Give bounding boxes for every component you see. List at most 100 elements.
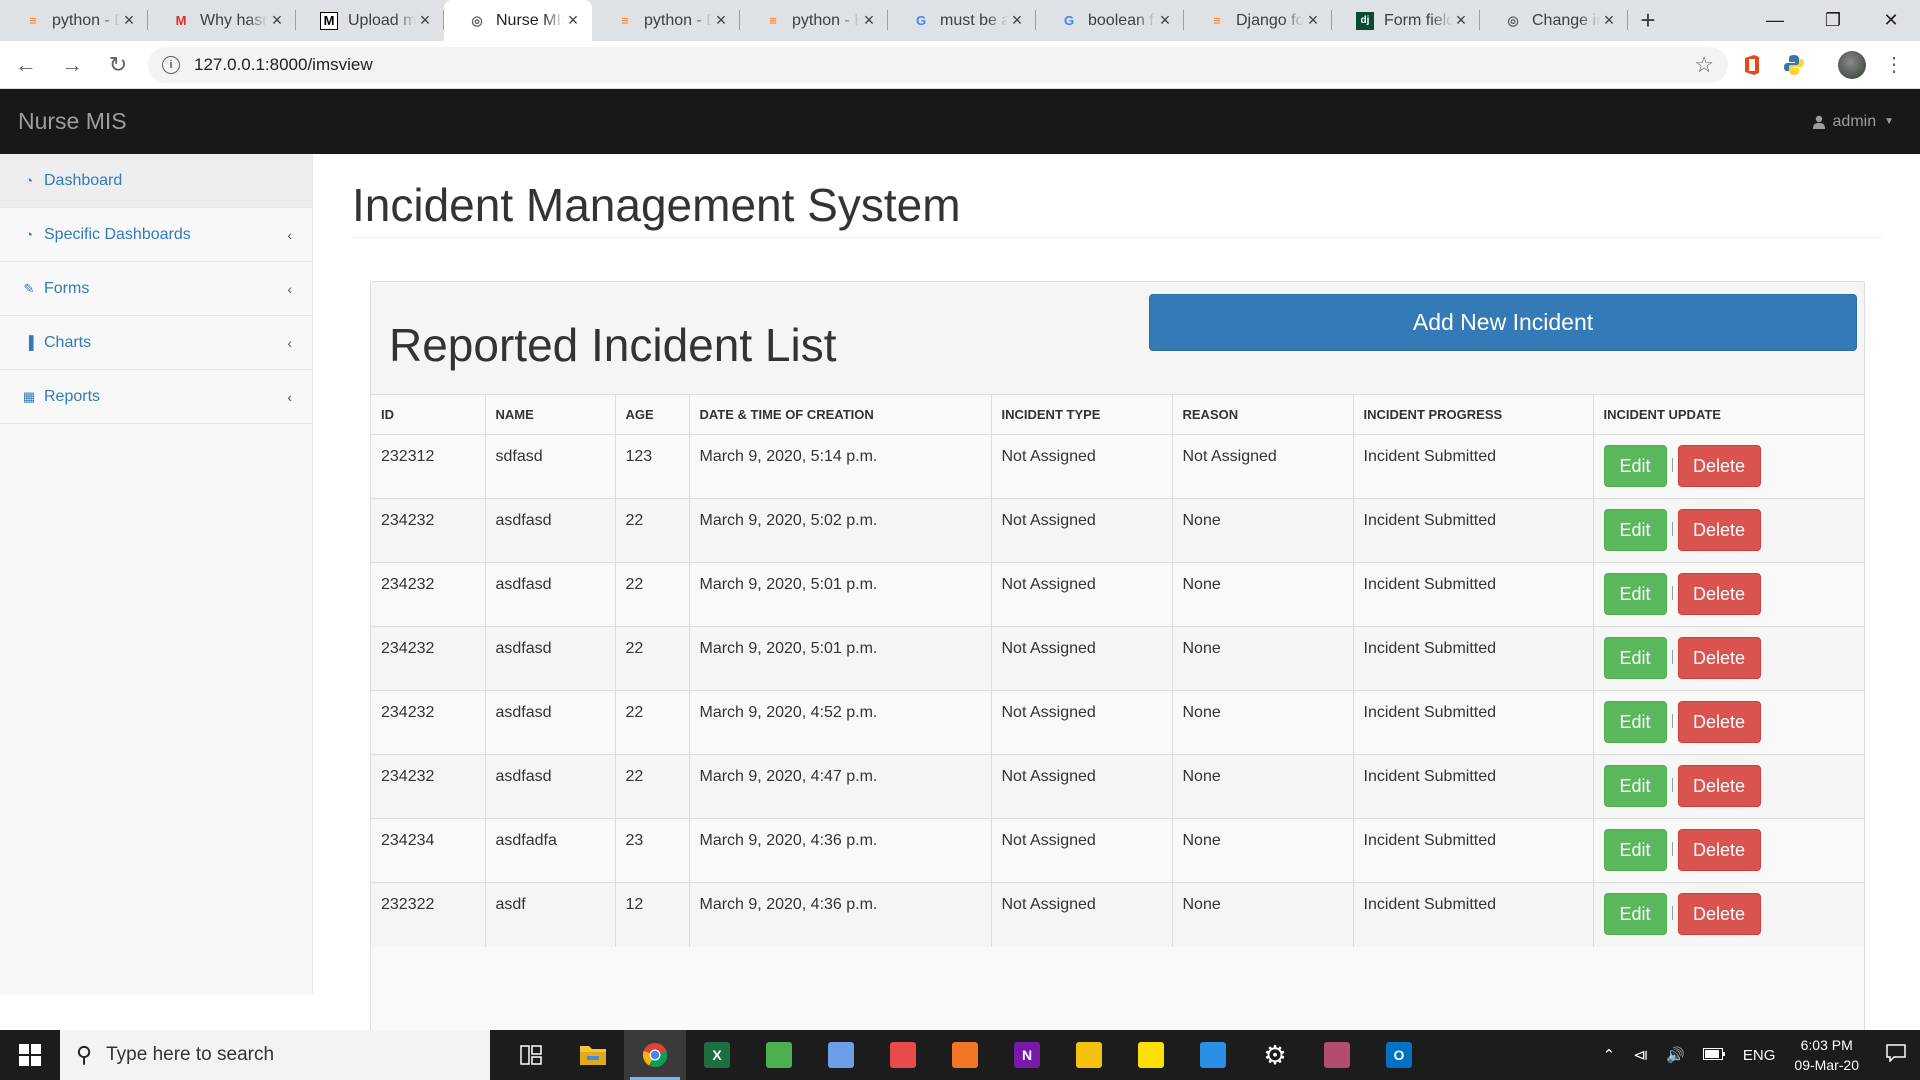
- bulb-icon[interactable]: [1058, 1030, 1120, 1080]
- close-window-button[interactable]: ✕: [1862, 0, 1920, 41]
- sidebar-item-dashboard[interactable]: ◔ Dashboard: [0, 154, 312, 208]
- delete-button[interactable]: Delete: [1677, 701, 1761, 743]
- vscode-icon[interactable]: [1182, 1030, 1244, 1080]
- task-view-icon[interactable]: [500, 1030, 562, 1080]
- minimize-button[interactable]: —: [1746, 0, 1804, 41]
- stackoverflow-icon: ≡: [29, 13, 37, 28]
- maximize-button[interactable]: ❐: [1804, 0, 1862, 41]
- user-menu[interactable]: admin ▼: [1812, 112, 1894, 131]
- browser-tab[interactable]: Gmust be a ×: [888, 0, 1036, 41]
- browser-tab[interactable]: ≡ python - How×: [740, 0, 888, 41]
- wifi-icon[interactable]: ⧏: [1633, 1046, 1648, 1064]
- onenote-icon[interactable]: N: [996, 1030, 1058, 1080]
- delete-button[interactable]: Delete: [1677, 573, 1761, 615]
- settings-icon[interactable]: ⚙: [1244, 1030, 1306, 1080]
- cell-incident-type: Not Assigned: [991, 818, 1173, 883]
- delete-button[interactable]: Delete: [1677, 893, 1761, 935]
- cell-reason: Not Assigned: [1172, 434, 1354, 499]
- excel-icon[interactable]: X: [686, 1030, 748, 1080]
- cell-progress: Incident Submitted: [1353, 818, 1594, 883]
- close-tab-icon[interactable]: ×: [712, 10, 730, 31]
- jupyter-icon[interactable]: [934, 1030, 996, 1080]
- close-tab-icon[interactable]: ×: [1156, 10, 1174, 31]
- cell-actions: Edit Delete: [1593, 562, 1864, 627]
- close-tab-icon[interactable]: ×: [564, 10, 582, 31]
- start-button[interactable]: [0, 1030, 60, 1080]
- close-tab-icon[interactable]: ×: [1008, 10, 1026, 31]
- delete-button[interactable]: Delete: [1677, 445, 1761, 487]
- browser-tab[interactable]: M Upload multiple×: [296, 0, 444, 41]
- tab-title: Change in: [1532, 11, 1600, 29]
- taskbar-search-box[interactable]: ⚲ Type here to search: [60, 1030, 490, 1080]
- browser-tab[interactable]: Gboolean field×: [1036, 0, 1184, 41]
- browser-tab[interactable]: ≡ python - Django×: [0, 0, 148, 41]
- incident-table: ID NAME AGE DATE & TIME OF CREATION INCIDENT…: [371, 394, 1864, 947]
- notifications-icon[interactable]: [1886, 1044, 1906, 1066]
- close-tab-icon[interactable]: ×: [120, 10, 138, 31]
- edit-button[interactable]: Edit: [1603, 701, 1667, 743]
- edit-button[interactable]: Edit: [1603, 637, 1667, 679]
- office-extension-icon[interactable]: [1734, 47, 1770, 83]
- close-tab-icon[interactable]: ×: [416, 10, 434, 31]
- edit-button[interactable]: Edit: [1603, 765, 1667, 807]
- edit-icon: ✎: [23, 280, 35, 296]
- reload-button[interactable]: ↻: [98, 45, 138, 85]
- edit-button[interactable]: Edit: [1603, 893, 1667, 935]
- profile-avatar[interactable]: [1834, 47, 1870, 83]
- close-tab-icon[interactable]: ×: [1452, 10, 1470, 31]
- username: admin: [1832, 112, 1877, 130]
- column-header: INCIDENT PROGRESS: [1353, 394, 1594, 435]
- site-info-icon[interactable]: i: [162, 55, 180, 74]
- delete-button[interactable]: Delete: [1677, 509, 1761, 551]
- language-indicator[interactable]: ENG: [1743, 1047, 1776, 1064]
- browser-tab[interactable]: dj Form fields×: [1332, 0, 1480, 41]
- browser-tab[interactable]: ≡ Django form×: [1184, 0, 1332, 41]
- address-bar[interactable]: i 127.0.0.1:8000/imsview ☆: [148, 46, 1728, 83]
- browser-tab[interactable]: ≡ python - Django×: [592, 0, 740, 41]
- cell-actions: Edit Delete: [1593, 818, 1864, 883]
- cell-created: March 9, 2020, 4:52 p.m.: [689, 690, 992, 755]
- delete-button[interactable]: Delete: [1677, 829, 1761, 871]
- chrome-icon[interactable]: [624, 1030, 686, 1080]
- delete-button[interactable]: Delete: [1677, 765, 1761, 807]
- close-tab-icon[interactable]: ×: [1304, 10, 1322, 31]
- battery-icon[interactable]: [1702, 1047, 1725, 1064]
- close-tab-icon[interactable]: ×: [268, 10, 286, 31]
- browser-tab[interactable]: M Why hasn't×: [148, 0, 296, 41]
- cell-age: 23: [615, 818, 690, 883]
- brand-link[interactable]: Nurse MIS: [18, 108, 127, 135]
- edit-button[interactable]: Edit: [1603, 445, 1667, 487]
- outlook-icon[interactable]: O: [1368, 1030, 1430, 1080]
- sidebar-item-charts[interactable]: ▐ Charts ‹: [0, 316, 312, 370]
- edit-button[interactable]: Edit: [1603, 509, 1667, 551]
- close-tab-icon[interactable]: ×: [860, 10, 878, 31]
- volume-icon[interactable]: 🔊: [1666, 1046, 1685, 1064]
- add-new-incident-button[interactable]: Add New Incident: [1149, 294, 1857, 351]
- bookmark-star-icon[interactable]: ☆: [1694, 52, 1714, 78]
- cell-created: March 9, 2020, 5:02 p.m.: [689, 498, 992, 563]
- sidebar-item-forms[interactable]: ✎ Forms ‹: [0, 262, 312, 316]
- git-icon[interactable]: [810, 1030, 872, 1080]
- chevron-up-icon[interactable]: ⌃: [1603, 1046, 1616, 1064]
- forward-button[interactable]: →: [52, 45, 92, 85]
- edit-button[interactable]: Edit: [1603, 573, 1667, 615]
- button-separator: [1671, 714, 1673, 728]
- charts-app-icon[interactable]: [748, 1030, 810, 1080]
- close-tab-icon[interactable]: ×: [1600, 10, 1618, 31]
- browser-tab[interactable]: ◎ Change in ×: [1480, 0, 1628, 41]
- sidebar-item-specific-dashboards[interactable]: ◔ Specific Dashboards ‹: [0, 208, 312, 262]
- browser-tab[interactable]: ◎ Nurse MIS×: [444, 0, 592, 41]
- python-extension-icon[interactable]: [1776, 47, 1812, 83]
- sticky-notes-icon[interactable]: [1120, 1030, 1182, 1080]
- sidebar-item-reports[interactable]: ▦ Reports ‹: [0, 370, 312, 424]
- page-title: Incident Management System: [352, 179, 961, 231]
- clock[interactable]: 6:03 PM 09-Mar-20: [1794, 1035, 1859, 1075]
- back-button[interactable]: ←: [6, 45, 46, 85]
- file-explorer-icon[interactable]: [562, 1030, 624, 1080]
- network-tool-icon[interactable]: [872, 1030, 934, 1080]
- chrome-menu-icon[interactable]: ⋮: [1876, 47, 1912, 83]
- delete-button[interactable]: Delete: [1677, 637, 1761, 679]
- edit-button[interactable]: Edit: [1603, 829, 1667, 871]
- new-tab-button[interactable]: +: [1628, 0, 1668, 41]
- winrar-icon[interactable]: [1306, 1030, 1368, 1080]
